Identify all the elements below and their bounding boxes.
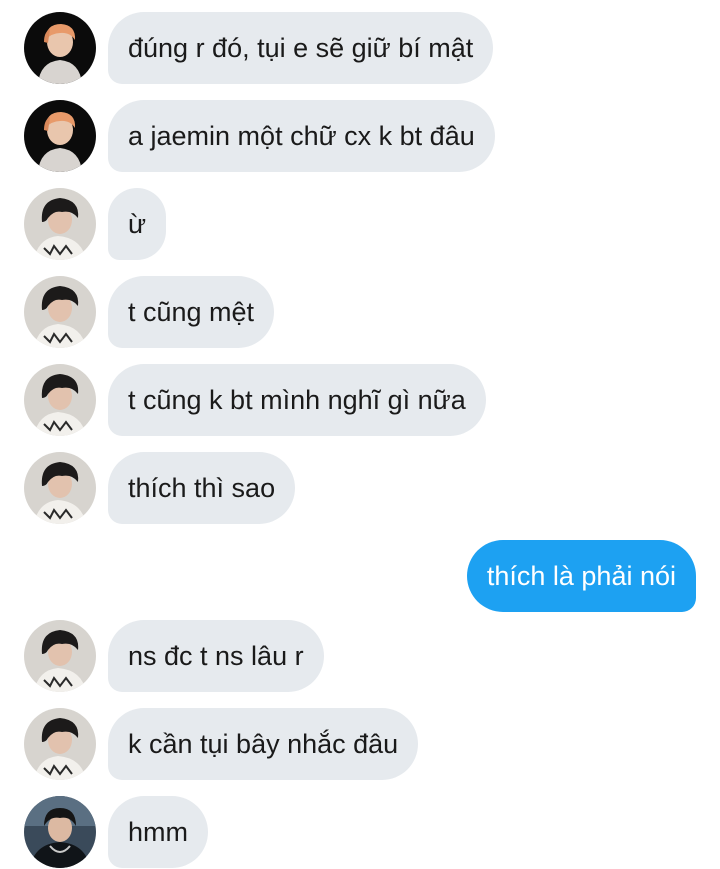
message-row: ừ: [0, 188, 720, 260]
message-bubble[interactable]: thích thì sao: [108, 452, 296, 524]
avatar-orange-hair[interactable]: [24, 12, 96, 84]
message-row: a jaemin một chữ cx k bt đâu: [0, 100, 720, 172]
message-row-sent: thích là phải nói: [0, 540, 720, 612]
message-row: hmm: [0, 796, 720, 868]
message-bubble[interactable]: k cần tụi bây nhắc đâu: [108, 708, 419, 780]
message-bubble[interactable]: ns đc t ns lâu r: [108, 620, 324, 692]
message-row: t cũng k bt mình nghĩ gì nữa: [0, 364, 720, 436]
message-row: t cũng mệt: [0, 276, 720, 348]
message-row: k cần tụi bây nhắc đâu: [0, 708, 720, 780]
avatar-orange-hair[interactable]: [24, 100, 96, 172]
avatar-dark-hair[interactable]: [24, 364, 96, 436]
message-bubble[interactable]: t cũng k bt mình nghĩ gì nữa: [108, 364, 486, 436]
message-row: ns đc t ns lâu r: [0, 620, 720, 692]
message-row: đúng r đó, tụi e sẽ giữ bí mật: [0, 12, 720, 84]
avatar-dark-hair[interactable]: [24, 188, 96, 260]
avatar-dark-hair[interactable]: [24, 620, 96, 692]
avatar-black-jacket[interactable]: [24, 796, 96, 868]
message-bubble[interactable]: đúng r đó, tụi e sẽ giữ bí mật: [108, 12, 494, 84]
message-bubble[interactable]: ừ: [108, 188, 167, 260]
message-bubble[interactable]: a jaemin một chữ cx k bt đâu: [108, 100, 495, 172]
avatar-dark-hair[interactable]: [24, 708, 96, 780]
avatar-dark-hair[interactable]: [24, 276, 96, 348]
message-bubble[interactable]: hmm: [108, 796, 208, 868]
message-bubble[interactable]: t cũng mệt: [108, 276, 275, 348]
sent-message-bubble[interactable]: thích là phải nói: [466, 540, 696, 612]
avatar-dark-hair[interactable]: [24, 452, 96, 524]
message-row: thích thì sao: [0, 452, 720, 524]
